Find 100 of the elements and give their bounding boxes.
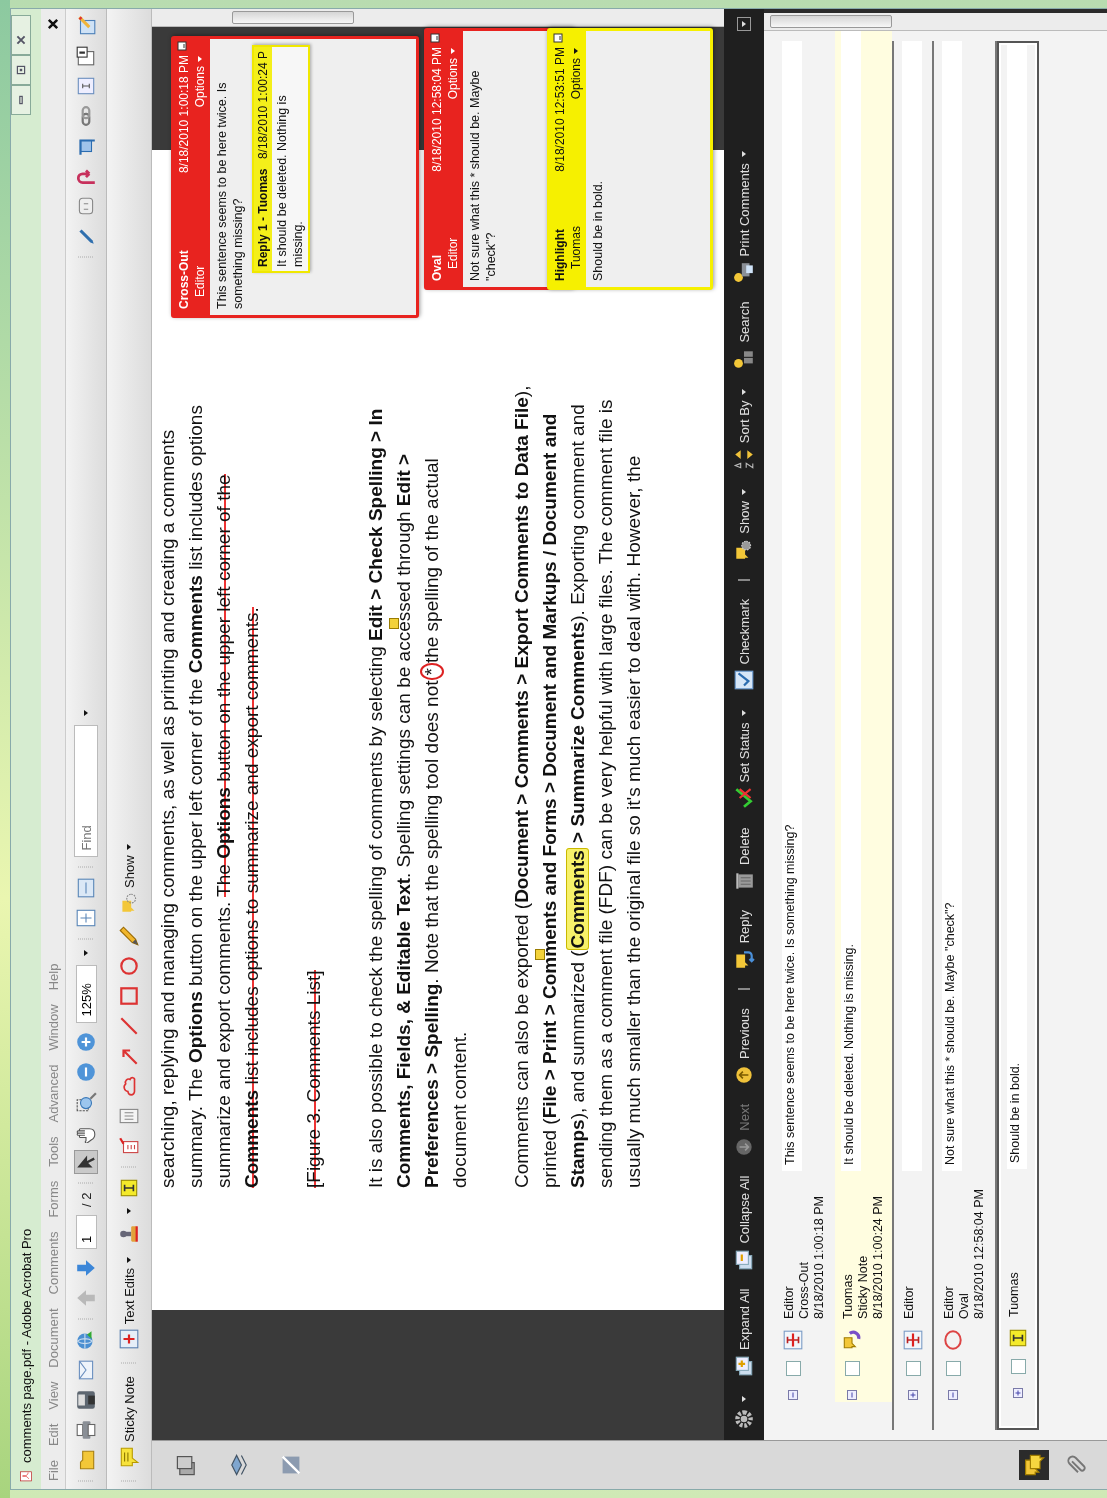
caret-icon[interactable] <box>125 1206 133 1215</box>
body-text: Comments can also be exported (Document > Comments > Export Comments to Data File), <box>511 385 532 1188</box>
body-text: usually much smaller than the original file so it's much easier to deal with. However, the <box>623 455 644 1188</box>
reply-date: 8/18/2010 1:00:24 P <box>255 51 271 160</box>
menu-button[interactable]: Sort By <box>731 387 757 471</box>
comment-list-item[interactable]: Editor Cross-Out 8/18/2010 1:00:18 PM This sentence seems to be here twice. Is something missing? Tuomas Sticky Note 8/18/2010 1:00:24 PM It should be deleted. Nothing is missing. <box>774 41 894 1430</box>
highlighted-text: Comments <box>566 848 589 951</box>
toolbar-button[interactable]: Expand All <box>731 1288 757 1377</box>
cross-out-icon <box>782 1329 804 1351</box>
vertical-scrollbar[interactable] <box>152 9 724 27</box>
text-box-icon[interactable] <box>75 75 97 97</box>
comment-author: Editor <box>782 1285 797 1319</box>
comments-icon[interactable] <box>1019 1450 1049 1480</box>
comment-list-item[interactable]: Tuomas Should be in bold. <box>997 41 1039 1430</box>
menu-button[interactable]: Set Status <box>731 709 757 810</box>
zoom-out-icon[interactable] <box>75 1060 97 1083</box>
page-count: / 2 <box>78 1192 94 1207</box>
body-text: summarize and export comments. <box>213 900 234 1188</box>
comment-type: Oval <box>430 254 444 281</box>
expand-toggle[interactable] <box>847 1390 857 1400</box>
options-menu[interactable]: Options <box>446 47 460 100</box>
menu-button[interactable]: Show <box>731 488 757 561</box>
body-text: It is also possible to check the spelling of comments by selecting Edit > Check Spelling > In <box>365 408 386 1188</box>
options-menu[interactable]: Options <box>569 47 583 100</box>
comment-list-item[interactable]: Editor Oval 8/18/2010 12:58:04 PM Not sure what this * should be. Maybe "check"? <box>934 41 997 1430</box>
checkbox[interactable] <box>906 1361 921 1376</box>
comment-author: Tuomas <box>569 226 583 271</box>
body-text: the spelling of the actual <box>421 458 442 664</box>
note-marker-icon[interactable] <box>535 948 545 960</box>
caret-icon[interactable] <box>82 708 90 717</box>
caret-icon <box>740 150 748 159</box>
minimize-icon[interactable] <box>553 33 563 43</box>
zoom-in-icon[interactable] <box>75 1030 97 1053</box>
reply-text: It should be deleted. Nothing is missing. <box>274 94 306 269</box>
comment-type: Cross-Out <box>797 1261 812 1319</box>
pdf-file-icon <box>19 1469 33 1483</box>
caret-icon <box>196 55 204 63</box>
caret-icon <box>125 1255 133 1264</box>
fit-width-icon[interactable] <box>75 876 97 899</box>
show-button[interactable]: Show <box>116 840 142 917</box>
expand-toggle[interactable] <box>948 1390 958 1400</box>
close-button[interactable] <box>11 15 31 55</box>
comment-text-field[interactable]: This sentence seems to be here twice. Is something missing? <box>782 41 802 1171</box>
check-cross-icon <box>733 787 755 810</box>
checkbox[interactable] <box>786 1361 801 1376</box>
zoom-marquee-icon[interactable] <box>75 1090 97 1113</box>
options-menu[interactable]: Options <box>193 55 207 108</box>
panel-menu-icon[interactable] <box>737 17 751 31</box>
toolbar-button[interactable]: Collapse All <box>731 1175 757 1271</box>
comment-text-field[interactable]: It should be deleted. Nothing is missing. <box>841 31 861 1171</box>
comment-date: 8/18/2010 1:00:24 PM <box>871 1195 886 1319</box>
reply-list-item[interactable]: Tuomas Sticky Note 8/18/2010 1:00:24 PM It should be deleted. Nothing is missing. <box>835 31 892 1402</box>
menu-button[interactable]: Print Comments <box>731 150 757 284</box>
checkmark-icon <box>733 669 755 692</box>
expand-toggle[interactable] <box>788 1390 798 1400</box>
maximize-button[interactable] <box>11 55 31 85</box>
note-marker-icon[interactable] <box>389 618 399 630</box>
body-text: and Forms > Document and Markups / Document and <box>539 413 560 898</box>
circled-text: * <box>420 663 444 681</box>
text-field-icon[interactable] <box>75 45 97 67</box>
toolbar-button[interactable]: Search <box>731 301 757 370</box>
print-icon[interactable] <box>75 1419 97 1441</box>
pencil-icon[interactable] <box>118 924 140 947</box>
page-number-field[interactable]: 1 <box>75 1215 97 1249</box>
caret-icon[interactable] <box>82 948 90 957</box>
save-icon[interactable] <box>75 1389 97 1411</box>
body-text: Preferences > Spelling. Note that the spelling tool does not <box>421 680 442 1188</box>
comment-date: 8/18/2010 12:58:04 PM <box>430 47 444 172</box>
checkbox[interactable] <box>1011 1359 1026 1374</box>
minimize-icon[interactable] <box>177 41 187 51</box>
sticky-note-icon <box>118 1446 140 1468</box>
comment-text: Not sure what this * should be. Maybe "check"? <box>467 69 499 281</box>
minimize-button[interactable] <box>11 85 31 115</box>
expand-toggle[interactable] <box>908 1390 918 1400</box>
checkbox[interactable] <box>946 1361 961 1376</box>
sticky-note-button[interactable]: Sticky Note <box>116 1373 142 1471</box>
comment-text-field[interactable]: Not sure what this * should be. Maybe "check"? <box>942 41 962 1171</box>
expand-toggle[interactable] <box>1013 1388 1023 1398</box>
toolbar-button[interactable]: Previous <box>731 1008 757 1086</box>
checkbox[interactable] <box>845 1361 860 1376</box>
body-text: Comments, Fields, & Editable Text. Spelling settings can be <box>393 665 414 1188</box>
find-field[interactable]: Find <box>74 724 98 857</box>
toolbar-button[interactable]: Delete <box>731 827 757 893</box>
rectangle-icon[interactable] <box>118 984 140 1007</box>
comment-list-item[interactable]: Editor <box>894 41 934 1430</box>
toolbar-button[interactable]: Reply <box>731 910 757 971</box>
comment-date: 8/18/2010 12:58:04 PM <box>972 1188 987 1319</box>
reply-icon <box>733 948 755 971</box>
comment-text-field[interactable]: Should be in bold. <box>1007 43 1027 1169</box>
minimize-icon[interactable] <box>430 33 440 43</box>
zoom-field[interactable]: 125% <box>75 964 97 1023</box>
highlight-icon <box>1007 1327 1029 1349</box>
oval-icon[interactable] <box>118 954 140 977</box>
annotated-text: Comments <box>539 900 560 999</box>
comment-date: 8/18/2010 12:53:51 PM <box>553 47 567 172</box>
text-edits-button[interactable]: Text Edits <box>116 1252 142 1354</box>
toolbar-button[interactable]: Checkmark <box>731 598 757 692</box>
vertical-scrollbar[interactable] <box>764 13 1107 31</box>
comment-text: This sentence seems to be here twice. Is something missing? <box>214 81 246 309</box>
close-document-icon[interactable] <box>46 17 60 31</box>
